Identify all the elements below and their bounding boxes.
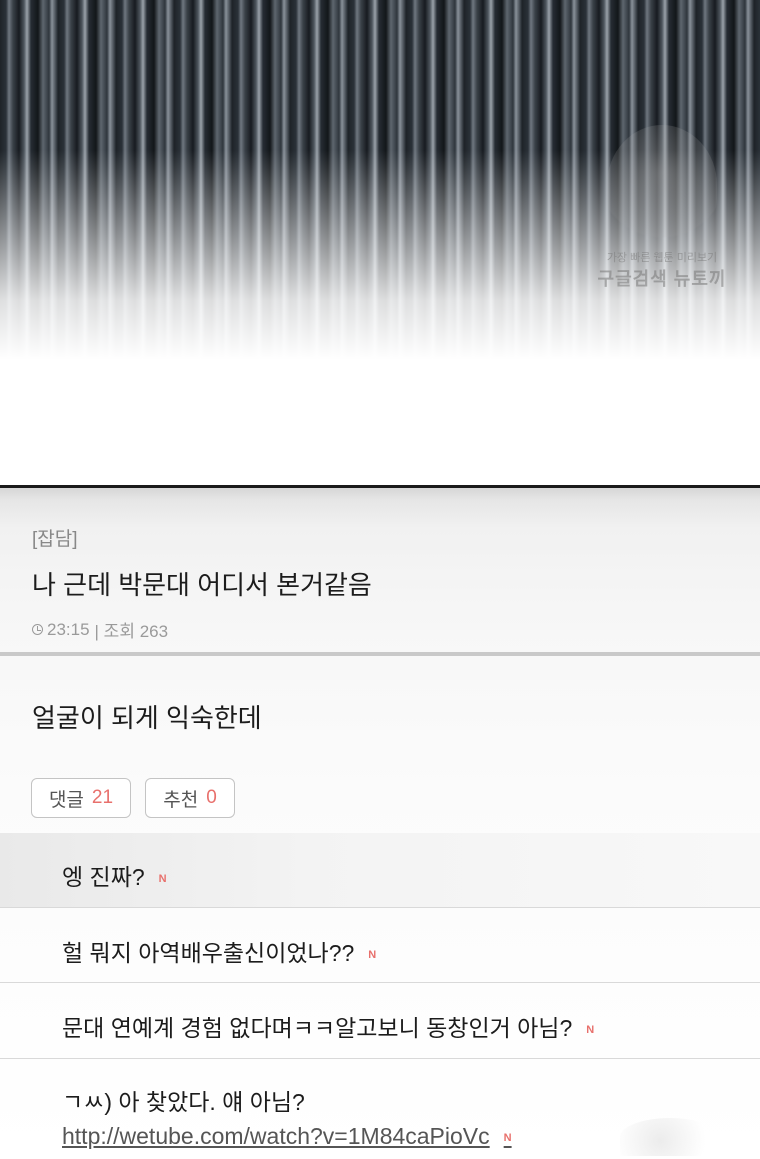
post-meta: 23:15 | 조회 263: [32, 617, 168, 642]
comments-count: 21: [91, 787, 114, 808]
new-badge: N: [503, 1131, 512, 1144]
clock-icon: [32, 624, 43, 635]
comment-item: 헐 뭐지 아역배우출신이었나?? N: [0, 908, 760, 983]
post-views: | 조회 263: [94, 622, 169, 641]
watermark: 가장 빠른 웹툰 미리보기 구글검색 뉴토끼: [582, 125, 742, 300]
new-badge: N: [158, 872, 167, 885]
comment-list: 엥 진짜? N 헐 뭐지 아역배우출신이었나?? N 문대 연예계 경험 없다며ㅋㅋ…: [0, 833, 760, 1159]
comment-body: 문대 연예계 경험 없다며ㅋㅋ알고보니 동창인거 아님?: [62, 1015, 573, 1041]
comment-text: 문대 연예계 경험 없다며ㅋㅋ알고보니 동창인거 아님? N: [62, 1009, 594, 1043]
comment-text: 엥 진짜? N: [62, 858, 167, 892]
comment-item: 엥 진짜? N: [0, 833, 760, 908]
watermark-line2: 구글검색 뉴토끼: [597, 269, 727, 289]
recommend-button[interactable]: 추천 0: [145, 778, 235, 818]
new-badge: N: [368, 948, 377, 961]
recommend-count: 0: [206, 787, 217, 808]
new-badge: N: [586, 1023, 595, 1036]
comment-link-url[interactable]: http://wetube.com/watch?v=1M84caPioVc: [62, 1123, 490, 1149]
comment-item: 문대 연예계 경험 없다며ㅋㅋ알고보니 동창인거 아님? N: [0, 983, 760, 1059]
post-header: [잡담] 나 근데 박문대 어디서 본거같음 23:15 | 조회 263: [0, 488, 760, 653]
post-category: [잡담]: [32, 529, 78, 550]
post-time: 23:15: [47, 619, 90, 639]
comment-body: 헐 뭐지 아역배우출신이었나??: [62, 940, 355, 966]
header-divider: [0, 652, 760, 656]
watermark-bunny-logo: [607, 125, 717, 245]
comment-text: ㄱㅆ) 아 찾았다. 얘 아님?: [62, 1089, 305, 1115]
comments-button[interactable]: 댓글 21: [31, 778, 131, 818]
comment-body: 엥 진짜?: [62, 864, 145, 890]
watermark-bunny-icon: [620, 1118, 720, 1156]
post-title: 나 근데 박문대 어디서 본거같음: [32, 570, 372, 600]
comment-text: 헐 뭐지 아역배우출신이었나?? N: [62, 934, 376, 968]
comment-link[interactable]: http://wetube.com/watch?v=1M84caPioVc N: [62, 1123, 512, 1150]
post-body: 얼굴이 되게 익숙한데: [32, 703, 262, 733]
comments-button-label: 댓글: [48, 789, 84, 811]
recommend-button-label: 추천: [163, 789, 199, 811]
post-card: [잡담] 나 근데 박문대 어디서 본거같음 23:15 | 조회 263 얼굴…: [0, 488, 760, 1156]
watermark-line1: 가장 빠른 웹툰 미리보기: [606, 252, 718, 264]
